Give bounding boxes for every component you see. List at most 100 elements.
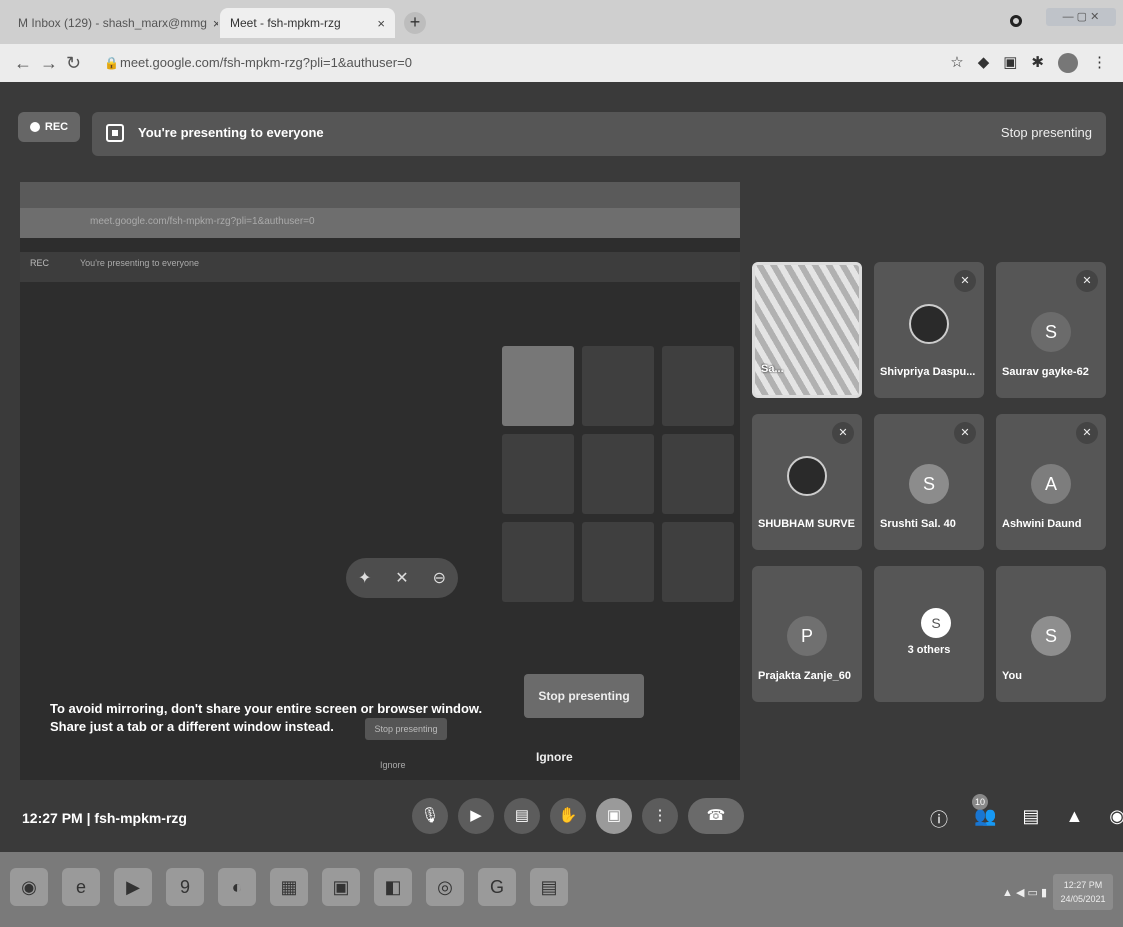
people-icon[interactable]: 👥 [974,806,996,832]
participant-name: Sa... [761,363,784,375]
participant-tile[interactable]: ✕ SHUBHAM SURVE [752,414,862,550]
camera-button[interactable]: ▶ [458,798,494,834]
warning-ignore-button[interactable]: Ignore [536,750,573,764]
mirrored-hover-controls: ✦ ✕ ⊖ [346,558,458,598]
meet-stage: REC You're presenting to everyone Stop p… [0,82,1123,852]
system-tray: ▲ ◀ ▭ ▮ 12:27 PM 24/05/2021 [1002,874,1113,910]
app-icon[interactable]: ◐ [218,868,256,906]
participant-tile[interactable]: ✕ S Srushti Sal. 40 [874,414,984,550]
app-icon[interactable]: ▣ [322,868,360,906]
avatar: P [787,616,827,656]
tray-icons[interactable]: ▲ ◀ ▭ ▮ [1002,886,1047,899]
presenting-text: You're presenting to everyone [138,125,324,140]
warning-stop-presenting-button[interactable]: Stop presenting [524,674,644,718]
browser-toolbar: ☆ ◆ ▣ ✱ ⋮ [950,53,1107,73]
participant-tile[interactable]: ✕ A Ashwini Daund [996,414,1106,550]
tab-gmail[interactable]: M Inbox (129) - shash_marx@mmg × [8,8,218,38]
app-icon[interactable]: ▤ [530,868,568,906]
more-options-button[interactable]: ⋮ [642,798,678,834]
mirrored-tile [582,346,654,426]
new-tab-button[interactable]: + [404,12,426,34]
leave-call-button[interactable]: ☎ [688,798,744,834]
meeting-time-and-code: 12:27 PM | fsh-mpkm-rzg [22,810,187,826]
mirrored-tile [502,434,574,514]
present-button[interactable]: ▣ [596,798,632,834]
mirrored-tile [662,522,734,602]
mirrored-tile [662,346,734,426]
tab-meet[interactable]: Meet - fsh-mpkm-rzg × [220,8,395,38]
raise-hand-button[interactable]: ✋ [550,798,586,834]
activities-icon[interactable]: ▲ [1065,806,1083,832]
app-icon[interactable]: ▦ [270,868,308,906]
mic-button[interactable]: 🎙 [412,798,448,834]
system-clock[interactable]: 12:27 PM 24/05/2021 [1053,874,1113,910]
mirrored-tile [502,522,574,602]
avatar: S [1031,616,1071,656]
app-icon[interactable]: 9 [166,868,204,906]
tab-label: Meet - fsh-mpkm-rzg [230,16,341,30]
mirrored-tile [582,522,654,602]
participant-tile-screen[interactable]: Sa... [752,262,862,398]
mic-off-icon: ✕ [954,422,976,444]
captions-button[interactable]: ▤ [504,798,540,834]
avatar: S [921,608,951,638]
participant-name: Ashwini Daund [1002,518,1082,530]
present-icon [106,124,124,142]
forward-icon[interactable]: → [40,53,58,74]
mirrored-address-bar: meet.google.com/fsh-mpkm-rzg?pli=1&authu… [20,208,740,238]
puzzle-icon[interactable]: ✱ [1031,53,1044,73]
profile-icon[interactable] [1010,15,1022,27]
participant-tile[interactable]: ✕ S Saurav gayke-62 [996,262,1106,398]
star-icon[interactable]: ☆ [950,53,963,73]
participant-name: SHUBHAM SURVE [758,518,855,530]
mirrored-tile [582,434,654,514]
avatar: A [1031,464,1071,504]
mirrored-url: meet.google.com/fsh-mpkm-rzg?pli=1&authu… [90,216,315,227]
app-icon[interactable]: ◎ [426,868,464,906]
reload-icon[interactable]: ↻ [66,53,81,74]
participant-tile-self[interactable]: S You [996,566,1106,702]
back-icon[interactable]: ← [14,53,32,74]
mute-icon: ✕ [395,570,409,587]
participant-name: Srushti Sal. 40 [880,518,956,530]
url-field[interactable]: meet.google.com/fsh-mpkm-rzg?pli=1&authu… [120,55,412,70]
participant-name: Saurav gayke-62 [1002,366,1089,378]
participant-name: 3 others [907,644,951,656]
menu-icon[interactable]: ⋮ [1092,53,1107,73]
participant-tile[interactable]: ✕ Shivpriya Daspu... [874,262,984,398]
media-player-icon[interactable]: ▶ [114,868,152,906]
stop-presenting-button[interactable]: Stop presenting [1001,125,1092,140]
mic-off-icon: ✕ [1076,270,1098,292]
tab-label: M Inbox (129) - shash_marx@mmg [18,16,207,30]
mirrored-tile [662,434,734,514]
extension-icon[interactable]: ▣ [1003,53,1017,73]
extension-icon[interactable]: ◆ [978,53,990,73]
windows-taskbar: ◉ e ▶ 9 ◐ ▦ ▣ ◧ ◎ G ▤ ▲ ◀ ▭ ▮ 12:27 PM 2… [0,852,1123,927]
screen-thumbnail [755,265,859,395]
internet-explorer-icon[interactable]: e [62,868,100,906]
meeting-code: fsh-mpkm-rzg [94,810,187,826]
host-controls-icon[interactable]: ◉ [1109,806,1123,832]
meeting-time: 12:27 PM [22,810,83,826]
info-icon[interactable]: ⓘ [930,806,948,832]
window-controls[interactable]: — ▢ ✕ [1046,8,1116,26]
mic-off-icon: ✕ [832,422,854,444]
side-panel-controls: ⓘ 👥 ▤ ▲ ◉ [930,806,1123,832]
app-icon[interactable]: ◧ [374,868,412,906]
mirroring-warning: To avoid mirroring, don't share your ent… [50,701,483,734]
chrome-icon[interactable]: G [478,868,516,906]
taskbar-apps: ◉ e ▶ 9 ◐ ▦ ▣ ◧ ◎ G ▤ [10,868,568,906]
participant-name: You [1002,670,1022,682]
avatar [909,304,949,344]
presenting-banner: You're presenting to everyone Stop prese… [92,112,1106,156]
tab-close-icon[interactable]: × [213,16,218,31]
start-button-icon[interactable]: ◉ [10,868,48,906]
browser-tab-bar: M Inbox (129) - shash_marx@mmg × Meet - … [0,0,1123,44]
tab-close-icon[interactable]: × [377,16,385,31]
chat-icon[interactable]: ▤ [1022,806,1039,832]
participant-tile[interactable]: P Prajakta Zanje_60 [752,566,862,702]
avatar: S [1031,312,1071,352]
avatar[interactable] [1058,53,1078,73]
recording-badge: REC [18,112,80,142]
participant-tile-others[interactable]: S 3 others [874,566,984,702]
